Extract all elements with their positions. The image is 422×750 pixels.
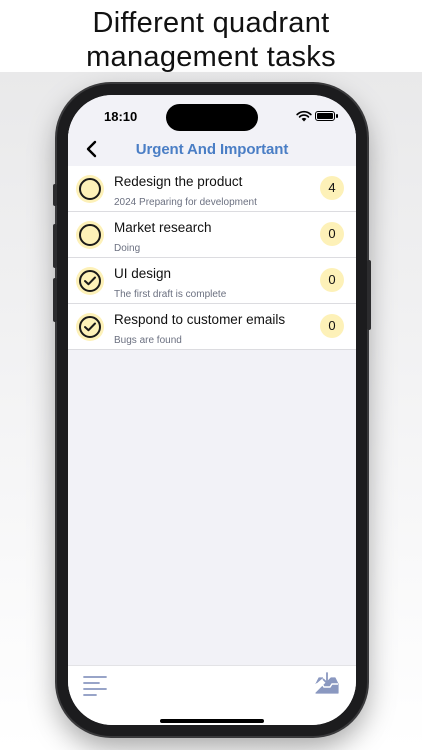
bottom-toolbar [68,665,356,725]
headline-line-2: management tasks [86,41,336,73]
task-subtitle: Bugs are found [114,335,182,346]
task-row[interactable]: UI design The first draft is complete 0 [68,258,356,304]
task-subtitle: The first draft is complete [114,289,227,300]
count-badge: 4 [320,176,344,200]
task-row[interactable]: Respond to customer emails Bugs are foun… [68,304,356,350]
home-indicator [160,719,264,723]
task-subtitle: Doing [114,243,141,254]
count-badge: 0 [320,268,344,292]
phone-frame: 18:10 Urgent And Important Redesign the … [53,84,371,736]
power-button [367,260,371,330]
headline: Different quadrant management tasks [0,6,422,74]
task-list: Redesign the product 2024 Preparing for … [68,166,356,350]
dynamic-island [166,104,258,131]
circle-icon [79,224,101,246]
page-title: Urgent And Important [135,141,289,158]
task-checkbox[interactable] [76,313,104,341]
task-row[interactable]: Redesign the product 2024 Preparing for … [68,166,356,212]
count-badge: 0 [320,222,344,246]
task-checkbox[interactable] [76,175,104,203]
count-badge: 0 [320,314,344,338]
mute-switch [53,184,57,206]
wifi-icon [296,110,312,122]
inbox-download-icon [315,672,339,694]
checkmark-circle-icon [79,316,101,338]
circle-icon [79,178,101,200]
task-title: UI design [114,266,172,281]
task-title: Respond to customer emails [114,312,286,327]
task-title: Market research [114,220,212,235]
task-title: Redesign the product [114,174,243,189]
task-checkbox[interactable] [76,221,104,249]
volume-down-button [53,278,57,322]
task-checkbox[interactable] [76,267,104,295]
nav-bar: Urgent And Important [68,131,356,167]
checkmark-circle-icon [79,270,101,292]
battery-icon [315,111,338,121]
phone-screen: 18:10 Urgent And Important Redesign the … [68,95,356,725]
menu-button[interactable] [82,674,108,696]
volume-up-button [53,224,57,268]
task-row[interactable]: Market research Doing 0 [68,212,356,258]
status-time: 18:10 [104,109,138,124]
task-subtitle: 2024 Preparing for development [114,197,257,208]
headline-line-1: Different quadrant [92,7,330,39]
inbox-button[interactable] [314,672,340,696]
menu-lines-icon [83,676,107,696]
